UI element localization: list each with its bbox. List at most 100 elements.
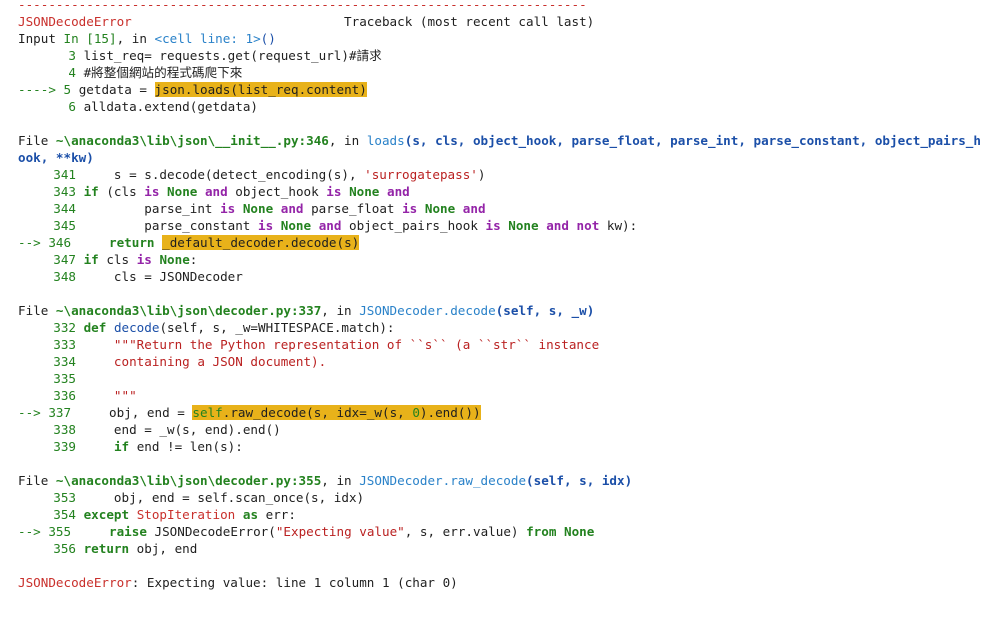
code-line: 347 if cls is None: xyxy=(18,251,1006,268)
line-number: 356 xyxy=(53,541,76,556)
code-line-current: --> 355 raise JSONDecodeError("Expecting… xyxy=(18,523,1006,540)
highlighted-expression: _default_decoder.decode(s) xyxy=(162,235,360,250)
error-name: JSONDecodeError xyxy=(18,14,132,29)
code-text: , s, err.value) xyxy=(404,524,527,539)
code-line: 354 except StopIteration as err: xyxy=(18,506,1006,523)
code-line-current: --> 346 return _default_decoder.decode(s… xyxy=(18,234,1006,251)
highlighted-expression: json.loads(list_req.content) xyxy=(154,82,367,97)
code-text: obj, end xyxy=(129,541,198,556)
docstring: containing a JSON document). xyxy=(83,354,327,369)
string-literal: 'surrogatepass' xyxy=(364,167,478,182)
code-line: 344 parse_int is None and parse_float is… xyxy=(18,200,1006,217)
code-line: 3 list_req= requests.get(request_url)#請求 xyxy=(18,47,1006,64)
code-line: 353 obj, end = self.scan_once(s, idx) xyxy=(18,489,1006,506)
code-text: list_req= requests.get(request_url)#請求 xyxy=(83,48,382,63)
keyword: return xyxy=(109,235,155,250)
line-number: 354 xyxy=(53,507,76,522)
line-number: 353 xyxy=(53,490,76,505)
docstring: """ xyxy=(83,388,137,403)
line-number: 338 xyxy=(53,422,76,437)
input-prefix: Input xyxy=(18,31,64,46)
line-number: 334 xyxy=(53,354,76,369)
code-text: end != len(s): xyxy=(129,439,243,454)
code-line: 334 containing a JSON document). xyxy=(18,353,1006,370)
line-number: 336 xyxy=(53,388,76,403)
input-mid: , in xyxy=(116,31,155,46)
line-number: 339 xyxy=(53,439,76,454)
line-number: 347 xyxy=(53,252,76,267)
code-line: 336 """ xyxy=(18,387,1006,404)
separator-line: ----------------------------------------… xyxy=(18,0,587,12)
final-error-line: JSONDecodeError: Expecting value: line 1… xyxy=(18,574,1006,591)
traceback-output: ----------------------------------------… xyxy=(18,0,1006,591)
code-text: alldata.extend(getdata) xyxy=(83,99,258,114)
line-number: 341 xyxy=(53,167,76,182)
line-number: 337 xyxy=(48,405,72,420)
cell-parens: () xyxy=(260,31,276,46)
code-text: ) xyxy=(477,167,486,182)
line-number: 344 xyxy=(53,201,76,216)
function-args: (s, cls, object_hook, parse_float, parse… xyxy=(404,133,981,148)
keyword: if xyxy=(113,439,130,454)
keyword: from xyxy=(526,524,557,539)
keyword: raise xyxy=(109,524,147,539)
traceback-header: JSONDecodeError Traceback (most recent c… xyxy=(18,13,1006,30)
string-literal: "Expecting value" xyxy=(275,524,405,539)
line-number: 333 xyxy=(53,337,76,352)
function-args: (self, s, _w) xyxy=(495,303,595,318)
current-line-arrow: --> xyxy=(18,405,41,420)
code-line-current: ----> 5 getdata = json.loads(list_req.co… xyxy=(18,81,1006,98)
file-path: ~\anaconda3\lib\json\__init__.py:346 xyxy=(55,133,329,148)
line-number: 3 xyxy=(68,48,76,63)
file-prefix: File xyxy=(18,473,56,488)
highlighted-expression: self.raw_decode(s, idx=_w(s, 0).end()) xyxy=(192,405,481,420)
line-number: 343 xyxy=(53,184,76,199)
code-text: .raw_decode(s, idx=_w(s, xyxy=(222,405,413,420)
code-line: 335 xyxy=(18,370,1006,387)
code-text: cls = JSONDecoder xyxy=(83,269,243,284)
code-text: JSONDecodeError( xyxy=(146,524,276,539)
input-frame-header: Input In [15], in <cell line: 1>() xyxy=(18,30,1006,47)
file-prefix: File xyxy=(18,303,56,318)
self-token: self xyxy=(192,405,223,420)
code-line: 345 parse_constant is None and object_pa… xyxy=(18,217,1006,234)
code-text: obj, end = self.scan_once(s, idx) xyxy=(83,490,365,505)
line-number: 345 xyxy=(53,218,76,233)
line-number: 6 xyxy=(68,99,76,114)
in-word: , in xyxy=(321,473,360,488)
code-line: 6 alldata.extend(getdata) xyxy=(18,98,1006,115)
in-word: , in xyxy=(328,133,367,148)
traceback-label: Traceback (most recent call last) xyxy=(344,14,595,29)
number-literal: 0 xyxy=(412,405,420,420)
input-cell-number: In [15] xyxy=(63,31,117,46)
function-args: (self, s, idx) xyxy=(526,473,633,488)
line-number: 332 xyxy=(53,320,76,335)
code-line: 4 #將整個網站的程式碼爬下來 xyxy=(18,64,1006,81)
line-number: 5 xyxy=(63,82,72,97)
exception-name: StopIteration xyxy=(136,507,236,522)
final-error-name: JSONDecodeError xyxy=(18,575,132,590)
keyword: def xyxy=(83,320,107,335)
function-name: JSONDecoder.decode xyxy=(359,303,496,318)
current-line-arrow: ----> xyxy=(18,82,56,97)
code-text: ).end()) xyxy=(419,405,481,420)
cell-line-label: <cell line: 1> xyxy=(154,31,261,46)
line-number: 4 xyxy=(68,65,76,80)
code-text: obj, end = xyxy=(78,405,193,420)
file-prefix: File xyxy=(18,133,56,148)
keyword: except xyxy=(83,507,130,522)
docstring: """Return the Python representation of `… xyxy=(83,337,600,352)
current-line-arrow: --> xyxy=(18,524,41,539)
none-literal: None xyxy=(564,524,595,539)
code-line: 338 end = _w(s, end).end() xyxy=(18,421,1006,438)
function-args-wrap: ook, **kw) xyxy=(18,150,94,165)
file-path: ~\anaconda3\lib\json\decoder.py:337 xyxy=(55,303,322,318)
current-line-arrow: --> xyxy=(18,235,41,250)
code-line: 343 if (cls is None and object_hook is N… xyxy=(18,183,1006,200)
function-def-name: decode xyxy=(113,320,160,335)
frame-header: File ~\anaconda3\lib\json\decoder.py:355… xyxy=(18,472,1006,489)
code-text: s = s.decode(detect_encoding(s), xyxy=(83,167,365,182)
line-number: 348 xyxy=(53,269,76,284)
in-word: , in xyxy=(321,303,360,318)
code-text: end = _w(s, end).end() xyxy=(83,422,281,437)
